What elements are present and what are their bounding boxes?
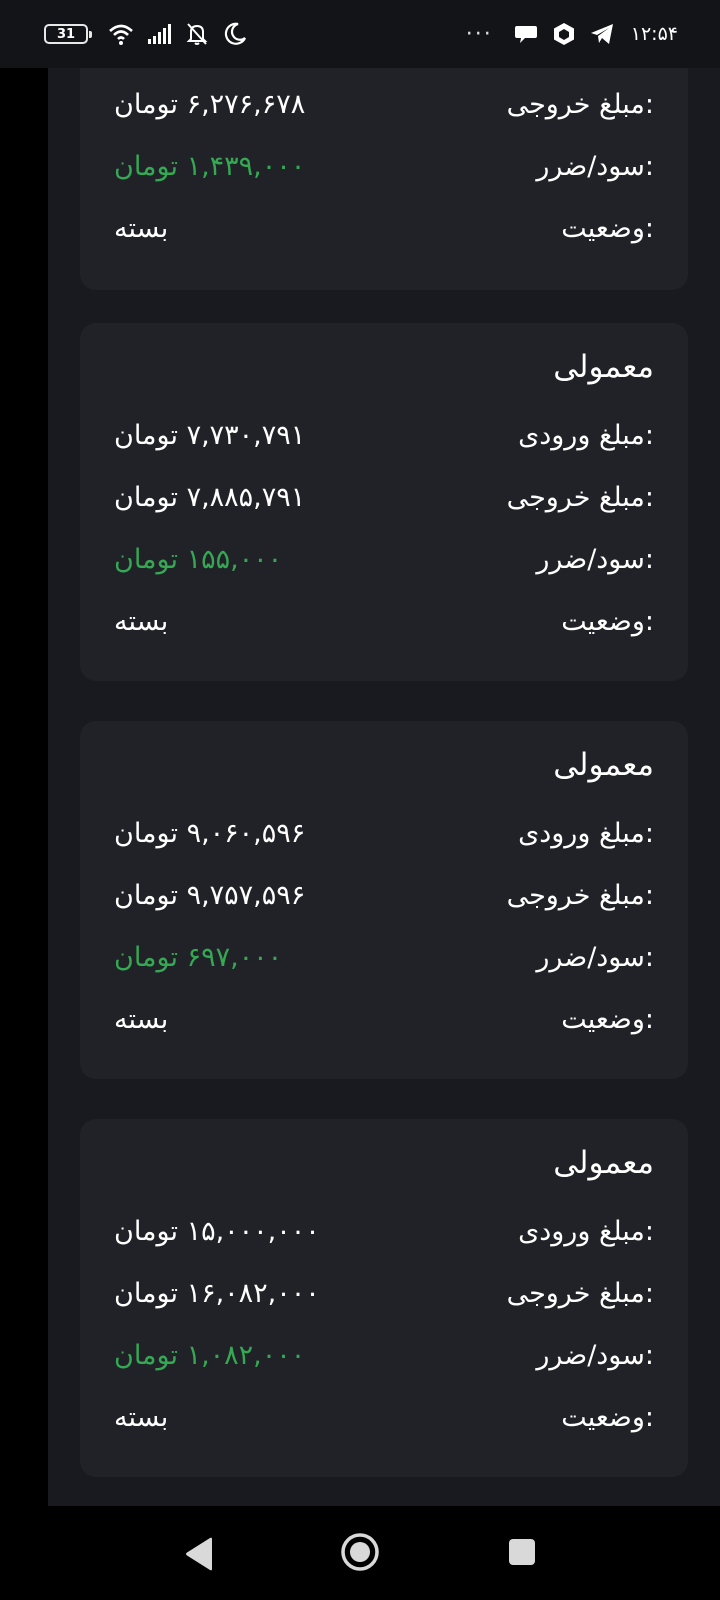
home-icon [341, 1533, 379, 1571]
profit-loss-value: ۱,۰۸۲,۰۰۰ تومان [114, 1339, 306, 1371]
exit-amount-value: ۷,۸۸۵,۷۹۱ تومان [114, 481, 306, 513]
transaction-card[interactable]: ۶,۲۷۶,۶۷۸ تومان مبلغ خروجی: ۱,۴۳۹,۰۰۰ تو… [80, 68, 688, 290]
entry-amount-value: ۷,۷۳۰,۷۹۱ تومان [114, 419, 306, 451]
profit-loss-label: سود/ضرر: [536, 150, 654, 182]
clock: ۱۲:۵۴ [630, 23, 678, 45]
row-entry-amount: ۱۵,۰۰۰,۰۰۰ تومان مبلغ ورودی: [114, 1211, 654, 1251]
row-entry-amount: ۹,۰۶۰,۵۹۶ تومان مبلغ ورودی: [114, 813, 654, 853]
row-profit-loss: ۶۹۷,۰۰۰ تومان سود/ضرر: [114, 937, 654, 977]
status-label: وضعیت: [561, 1003, 654, 1035]
exit-amount-value: ۱۶,۰۸۲,۰۰۰ تومان [114, 1277, 320, 1309]
exit-amount-label: مبلغ خروجی: [506, 481, 654, 513]
profit-loss-label: سود/ضرر: [536, 1339, 654, 1371]
exit-amount-value: ۶,۲۷۶,۶۷۸ تومان [114, 88, 306, 120]
transactions-list[interactable]: ۶,۲۷۶,۶۷۸ تومان مبلغ خروجی: ۱,۴۳۹,۰۰۰ تو… [48, 68, 720, 1506]
profit-loss-label: سود/ضرر: [536, 941, 654, 973]
row-status: بسته وضعیت: [114, 601, 654, 641]
profit-loss-label: سود/ضرر: [536, 543, 654, 575]
status-label: وضعیت: [561, 1401, 654, 1433]
status-value: بسته [114, 1401, 169, 1433]
status-label: وضعیت: [561, 212, 654, 244]
row-status: بسته وضعیت: [114, 999, 654, 1039]
row-status: بسته وضعیت: [114, 1397, 654, 1437]
row-exit-amount: ۹,۷۵۷,۵۹۶ تومان مبلغ خروجی: [114, 875, 654, 915]
status-value: بسته [114, 605, 169, 637]
battery-level: 31 [56, 26, 76, 42]
entry-amount-label: مبلغ ورودی: [518, 1215, 654, 1247]
transaction-card[interactable]: معمولی ۷,۷۳۰,۷۹۱ تومان مبلغ ورودی: ۷,۸۸۵… [80, 323, 688, 681]
row-profit-loss: ۱۵۵,۰۰۰ تومان سود/ضرر: [114, 539, 654, 579]
row-exit-amount: ۷,۸۸۵,۷۹۱ تومان مبلغ خروجی: [114, 477, 654, 517]
transaction-card[interactable]: معمولی ۱۵,۰۰۰,۰۰۰ تومان مبلغ ورودی: ۱۶,۰… [80, 1119, 688, 1477]
status-label: وضعیت: [561, 605, 654, 637]
moon-icon [222, 21, 248, 47]
profit-loss-value: ۶۹۷,۰۰۰ تومان [114, 941, 283, 973]
back-icon [186, 1537, 212, 1571]
row-exit-amount: ۶,۲۷۶,۶۷۸ تومان مبلغ خروجی: [114, 84, 654, 124]
battery-icon: 31 [44, 24, 92, 44]
signal-icon [146, 21, 172, 47]
row-exit-amount: ۱۶,۰۸۲,۰۰۰ تومان مبلغ خروجی: [114, 1273, 654, 1313]
status-bar-right: ··· ۱۲:۵۴ [466, 21, 678, 47]
status-bar-left: 31 [44, 21, 248, 47]
row-status: بسته وضعیت: [114, 208, 654, 248]
exit-amount-label: مبلغ خروجی: [506, 879, 654, 911]
wifi-icon [108, 21, 134, 47]
exit-amount-label: مبلغ خروجی: [506, 1277, 654, 1309]
exit-amount-value: ۹,۷۵۷,۵۹۶ تومان [114, 879, 306, 911]
more-notifications-icon: ··· [465, 21, 493, 47]
status-value: بسته [114, 212, 169, 244]
row-profit-loss: ۱,۴۳۹,۰۰۰ تومان سود/ضرر: [114, 146, 654, 186]
recents-icon [509, 1539, 535, 1565]
telegram-icon [589, 21, 615, 47]
back-button[interactable] [184, 1536, 216, 1572]
entry-amount-label: مبلغ ورودی: [518, 419, 654, 451]
home-button[interactable] [340, 1532, 380, 1572]
bell-off-icon [184, 21, 210, 47]
card-title: معمولی [553, 747, 654, 783]
hexagon-icon [551, 21, 577, 47]
entry-amount-value: ۹,۰۶۰,۵۹۶ تومان [114, 817, 306, 849]
row-entry-amount: ۷,۷۳۰,۷۹۱ تومان مبلغ ورودی: [114, 415, 654, 455]
status-bar: 31 ··· ۱۲:۵۴ [0, 0, 720, 68]
profit-loss-value: ۱,۴۳۹,۰۰۰ تومان [114, 150, 306, 182]
entry-amount-value: ۱۵,۰۰۰,۰۰۰ تومان [114, 1215, 320, 1247]
card-title: معمولی [553, 349, 654, 385]
status-value: بسته [114, 1003, 169, 1035]
card-title: معمولی [553, 1145, 654, 1181]
profit-loss-value: ۱۵۵,۰۰۰ تومان [114, 543, 283, 575]
transaction-card[interactable]: معمولی ۹,۰۶۰,۵۹۶ تومان مبلغ ورودی: ۹,۷۵۷… [80, 721, 688, 1079]
recents-button[interactable] [508, 1538, 536, 1566]
chat-icon [513, 21, 539, 47]
row-profit-loss: ۱,۰۸۲,۰۰۰ تومان سود/ضرر: [114, 1335, 654, 1375]
exit-amount-label: مبلغ خروجی: [506, 88, 654, 120]
entry-amount-label: مبلغ ورودی: [518, 817, 654, 849]
